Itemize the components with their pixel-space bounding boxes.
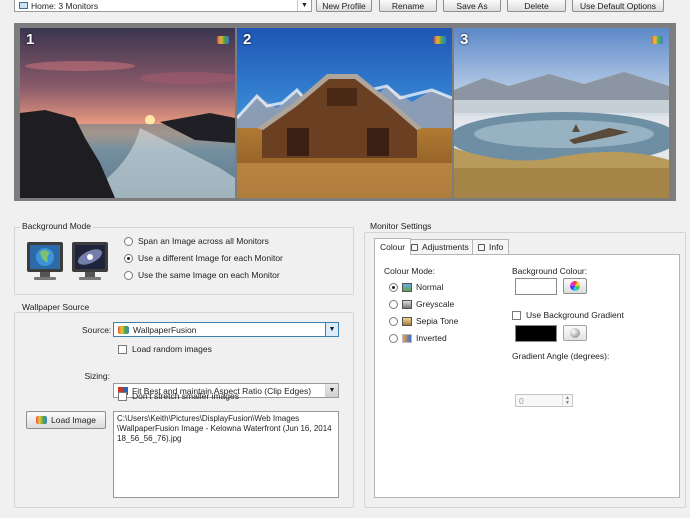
greyscale-mode-icon: [402, 299, 412, 309]
colour-mode-label: Colour Mode:: [384, 266, 436, 276]
radio-button[interactable]: [124, 253, 133, 263]
profile-select-value: Home: 3 Monitors: [31, 0, 99, 11]
rename-button[interactable]: Rename: [379, 0, 437, 12]
info-icon: [478, 243, 485, 251]
radio-button[interactable]: [389, 333, 398, 343]
monitor-number: 1: [26, 31, 35, 48]
monitor-preview-strip: 1 2 3: [14, 23, 676, 201]
checkbox-label: Use Background Gradient: [526, 310, 624, 320]
use-default-options-button[interactable]: Use Default Options: [572, 0, 664, 12]
load-image-button[interactable]: Load Image: [26, 411, 106, 429]
barn-mountains-image: [237, 28, 452, 198]
colour-mode-inverted[interactable]: Inverted: [389, 333, 447, 343]
adjustments-icon: [411, 243, 418, 251]
tab-label: Info: [489, 242, 504, 252]
checkbox[interactable]: [512, 310, 521, 320]
mode-label: Sepia Tone: [416, 316, 459, 326]
tab-adjustments[interactable]: Adjustments: [405, 239, 475, 254]
colour-mode-greyscale[interactable]: Greyscale: [389, 299, 454, 309]
sunset-seascape-image: [20, 28, 235, 198]
inverted-mode-icon: [402, 333, 412, 343]
background-colour-label: Background Colour:: [512, 266, 588, 276]
sizing-label: Sizing:: [84, 371, 110, 381]
source-select[interactable]: WallpaperFusion ▼: [113, 322, 339, 337]
new-profile-button[interactable]: New Profile: [316, 0, 372, 12]
background-colour-picker-button[interactable]: [563, 278, 587, 294]
source-label: Source:: [82, 325, 112, 335]
bg-mode-option-same[interactable]: Use the same Image on each Monitor: [124, 270, 280, 280]
monitor-number: 2: [243, 31, 252, 48]
image-path-textarea[interactable]: C:\Users\Keith\Pictures\DisplayFusion\We…: [113, 411, 339, 498]
wallpaper-source-title: Wallpaper Source: [20, 302, 92, 312]
chevron-down-icon[interactable]: ▼: [325, 323, 338, 336]
colour-wheel-icon: [570, 328, 580, 338]
radio-button[interactable]: [124, 270, 133, 280]
chevron-down-icon[interactable]: ▼: [297, 0, 311, 11]
checkbox[interactable]: [118, 391, 127, 401]
checkbox-label: Don't stretch smaller images: [132, 391, 239, 401]
monitor-1-preview[interactable]: 1: [20, 28, 235, 198]
save-as-button[interactable]: Save As: [443, 0, 501, 12]
checkbox[interactable]: [118, 344, 127, 354]
monitor-settings-title: Monitor Settings: [368, 221, 434, 231]
sepia-mode-icon: [402, 316, 412, 326]
profile-select[interactable]: Home: 3 Monitors ▼: [14, 0, 312, 12]
gradient-angle-spinner[interactable]: 0 ▲ ▼: [515, 394, 573, 407]
background-colour-swatch[interactable]: [515, 278, 557, 295]
normal-mode-icon: [402, 282, 412, 292]
source-select-value: WallpaperFusion: [133, 324, 197, 335]
tab-colour[interactable]: Colour: [374, 238, 412, 255]
bg-mode-option-label: Span an Image across all Monitors: [138, 236, 269, 246]
bg-mode-option-label: Use a different Image for each Monitor: [138, 253, 283, 263]
monitor-3-preview[interactable]: 3: [454, 28, 669, 198]
load-random-images-checkbox[interactable]: Load random images: [118, 344, 212, 354]
bg-mode-option-span[interactable]: Span an Image across all Monitors: [124, 236, 269, 246]
radio-button[interactable]: [389, 299, 398, 309]
use-background-gradient-checkbox[interactable]: Use Background Gradient: [512, 310, 624, 320]
bg-mode-option-different[interactable]: Use a different Image for each Monitor: [124, 253, 283, 263]
tab-label: Adjustments: [422, 242, 469, 252]
checkbox-label: Load random images: [132, 344, 212, 354]
wallpaperfusion-icon: [651, 36, 663, 44]
wallpaperfusion-icon: [118, 325, 129, 334]
radio-button[interactable]: [124, 236, 133, 246]
monitor-number: 3: [460, 31, 469, 48]
gradient-angle-value: 0: [519, 395, 524, 406]
dont-stretch-checkbox[interactable]: Don't stretch smaller images: [118, 391, 239, 401]
gradient-colour-swatch[interactable]: [515, 325, 557, 342]
colour-wheel-icon: [570, 281, 580, 291]
gradient-angle-label: Gradient Angle (degrees):: [512, 351, 610, 361]
mode-label: Inverted: [416, 333, 447, 343]
mode-label: Greyscale: [416, 299, 455, 309]
radio-button[interactable]: [389, 316, 398, 326]
monitor-2-preview[interactable]: 2: [237, 28, 452, 198]
wallpaperfusion-icon: [434, 36, 446, 44]
bg-mode-option-label: Use the same Image on each Monitor: [138, 270, 280, 280]
tab-info[interactable]: Info: [472, 239, 510, 254]
colour-mode-sepia[interactable]: Sepia Tone: [389, 316, 458, 326]
delete-button[interactable]: Delete: [507, 0, 566, 12]
wallpaperfusion-icon: [36, 416, 48, 424]
chevron-down-icon[interactable]: ▼: [325, 384, 338, 397]
spinner-down-icon[interactable]: ▼: [562, 400, 572, 406]
colour-mode-normal[interactable]: Normal: [389, 282, 443, 292]
monitor-icon: [19, 2, 28, 9]
mode-label: Normal: [416, 282, 444, 292]
load-image-label: Load Image: [51, 415, 96, 425]
wallpaperfusion-icon: [217, 36, 229, 44]
tab-label: Colour: [380, 242, 406, 252]
gradient-colour-picker-button[interactable]: [563, 325, 587, 341]
background-mode-title: Background Mode: [20, 221, 93, 231]
monitors-illustration-icon: [22, 238, 114, 286]
radio-button[interactable]: [389, 282, 398, 292]
lake-driftwood-image: [454, 28, 669, 198]
